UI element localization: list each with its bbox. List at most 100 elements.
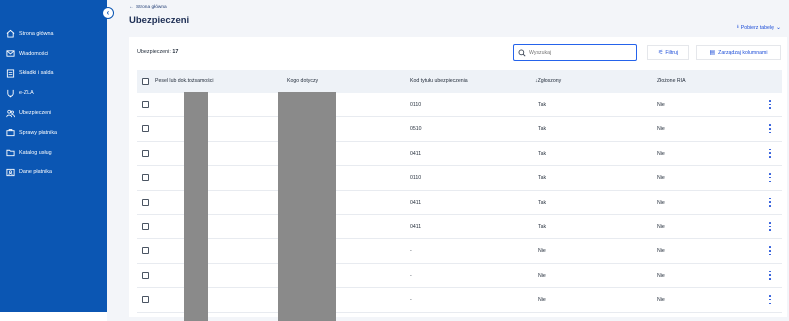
sidebar-item-strona-glowna[interactable]: Strona główna (0, 24, 107, 44)
cell-zlozone-ria: Nie (657, 126, 665, 133)
cell-zgloszony: Tak (538, 150, 547, 157)
column-header-zgloszony[interactable]: ↓Zgłoszony (535, 78, 561, 84)
cell-zlozone-ria: Nie (657, 272, 665, 279)
row-actions-menu-icon[interactable] (767, 221, 773, 232)
row-checkbox[interactable] (142, 296, 149, 304)
folder-icon (6, 148, 15, 157)
cell-kod-tytulu: - (410, 297, 412, 304)
table-row[interactable]: - Nie Nie (137, 288, 782, 313)
row-actions-menu-icon[interactable] (767, 148, 773, 159)
sidebar-nav: Strona główna Wiadomości Składki i salda… (0, 24, 107, 182)
cell-zlozone-ria: Nie (657, 150, 665, 157)
sidebar-item-katalog-uslug[interactable]: Katalog usług (0, 143, 107, 163)
cell-zlozone-ria: Nie (657, 102, 665, 108)
count-value: 17 (172, 49, 179, 55)
sidebar-item-wiadomosci[interactable]: Wiadomości (0, 44, 107, 64)
row-checkbox[interactable] (142, 101, 149, 108)
manage-columns-button[interactable]: ▤ Zarządzaj kolumnami (696, 45, 781, 60)
back-link-label: Strona główna (136, 4, 167, 10)
cell-zlozone-ria: Nie (657, 223, 665, 230)
mail-icon (6, 49, 15, 58)
row-actions-menu-icon[interactable] (767, 294, 773, 305)
table-row[interactable]: - Nie Nie (137, 239, 782, 264)
id-card-icon (6, 168, 15, 177)
row-checkbox[interactable] (142, 198, 149, 206)
receipt-icon (6, 69, 15, 78)
row-checkbox[interactable] (142, 222, 149, 230)
search-icon (518, 49, 526, 57)
row-checkbox[interactable] (142, 174, 149, 182)
table-row[interactable]: 0411 Tak Nie (137, 214, 782, 240)
download-table-button[interactable]: ⭳ Pobierz tabelę ⌄ (737, 23, 781, 32)
insured-card: Ubezpieczeni: 17 ⚟ Filtruj ▤ Zarządzaj k… (129, 37, 787, 317)
page-title: Ubezpieczeni (129, 15, 190, 26)
cell-kod-tytulu: - (410, 272, 412, 279)
redacted-pesel-column (184, 92, 208, 321)
table-row[interactable]: 0411 Tak Nie (137, 141, 782, 167)
medical-icon (6, 89, 15, 98)
people-icon (6, 109, 15, 118)
cell-zgloszony: Nie (538, 297, 546, 304)
chevron-left-icon: ‹ (106, 7, 110, 17)
sidebar-item-e-zla[interactable]: e-ZLA (0, 83, 107, 103)
search-box[interactable] (513, 44, 637, 61)
sidebar-item-label: Wiadomości (19, 50, 49, 57)
briefcase-icon (6, 128, 15, 137)
back-link[interactable]: ← Strona główna (129, 4, 167, 10)
sidebar-item-sprawy-platnika[interactable]: Sprawy płatnika (0, 123, 107, 143)
row-checkbox[interactable] (142, 271, 149, 279)
column-header-zgloszony-label: Zgłoszony (537, 78, 562, 84)
table-row[interactable]: 0411 Tak Nie (137, 190, 782, 215)
row-actions-menu-icon[interactable] (767, 245, 773, 256)
cell-zgloszony: Tak (538, 199, 547, 206)
row-actions-menu-icon[interactable] (767, 99, 773, 110)
table-row[interactable]: - Nie Nie (137, 263, 782, 289)
sidebar-item-skladki[interactable]: Składki i salda (0, 64, 107, 84)
table-row[interactable]: 0510 Tak Nie (137, 117, 782, 142)
table-body: 0110 Tak Nie 0510 Tak Nie 0411 Tak Nie 0110 Tak Nie… (137, 93, 782, 313)
filter-button[interactable]: ⚟ Filtruj (647, 45, 689, 60)
cell-zlozone-ria: Nie (657, 248, 665, 255)
sidebar-collapse-button[interactable]: ‹ (102, 7, 114, 19)
column-header-kod-tytulu[interactable]: Kod tytułu ubezpieczenia (410, 78, 468, 84)
filter-icon: ⚟ (657, 50, 664, 56)
cell-kod-tytulu: 0411 (410, 150, 422, 157)
cell-zlozone-ria: Nie (657, 199, 665, 206)
sidebar-item-label: Sprawy płatnika (19, 129, 58, 136)
insured-table: Pesel lub dok.tożsamości Kogo dotyczy Ko… (137, 70, 782, 313)
cell-zgloszony: Tak (538, 223, 547, 230)
row-checkbox[interactable] (142, 125, 149, 133)
sidebar-item-dane-platnika[interactable]: Dane płatnika (0, 163, 107, 183)
search-input[interactable] (529, 49, 629, 56)
row-checkbox[interactable] (142, 149, 149, 157)
table-row[interactable]: 0110 Tak Nie (137, 93, 782, 118)
main-content: ← Strona główna Ubezpieczeni ⭳ Pobierz t… (107, 0, 789, 321)
row-actions-menu-icon[interactable] (767, 123, 773, 134)
table-row[interactable]: 0110 Tak Nie (137, 166, 782, 191)
cell-kod-tytulu: 0110 (410, 102, 422, 108)
sidebar-item-label: Dane płatnika (19, 169, 52, 176)
table-header: Pesel lub dok.tożsamości Kogo dotyczy Ko… (137, 70, 782, 93)
row-actions-menu-icon[interactable] (767, 270, 773, 281)
cell-zgloszony: Nie (538, 248, 546, 255)
column-header-pesel[interactable]: Pesel lub dok.tożsamości (155, 78, 214, 84)
manage-columns-label: Zarządzaj kolumnami (718, 49, 768, 56)
chevron-down-icon: ⌄ (775, 25, 781, 31)
download-icon: ⭳ (736, 24, 739, 30)
arrow-left-icon: ← (129, 4, 134, 10)
cell-kod-tytulu: 0411 (410, 199, 422, 206)
download-label: Pobierz tabelę (740, 24, 774, 31)
sidebar-item-label: Strona główna (19, 30, 54, 37)
count-label: Ubezpieczeni: (137, 49, 171, 55)
row-actions-menu-icon[interactable] (767, 172, 773, 183)
columns-icon: ▤ (709, 50, 716, 56)
cell-kod-tytulu: 0110 (410, 175, 422, 182)
column-header-zlozone-ria[interactable]: Złożone RIA (657, 78, 686, 84)
select-all-checkbox[interactable] (142, 78, 149, 85)
cell-zgloszony: Nie (538, 272, 546, 279)
column-header-kogo-dotyczy[interactable]: Kogo dotyczy (287, 78, 318, 84)
filter-label: Filtruj (665, 49, 679, 56)
row-checkbox[interactable] (142, 247, 149, 255)
sidebar-item-ubezpieczeni[interactable]: Ubezpieczeni (0, 103, 107, 123)
row-actions-menu-icon[interactable] (767, 197, 773, 208)
